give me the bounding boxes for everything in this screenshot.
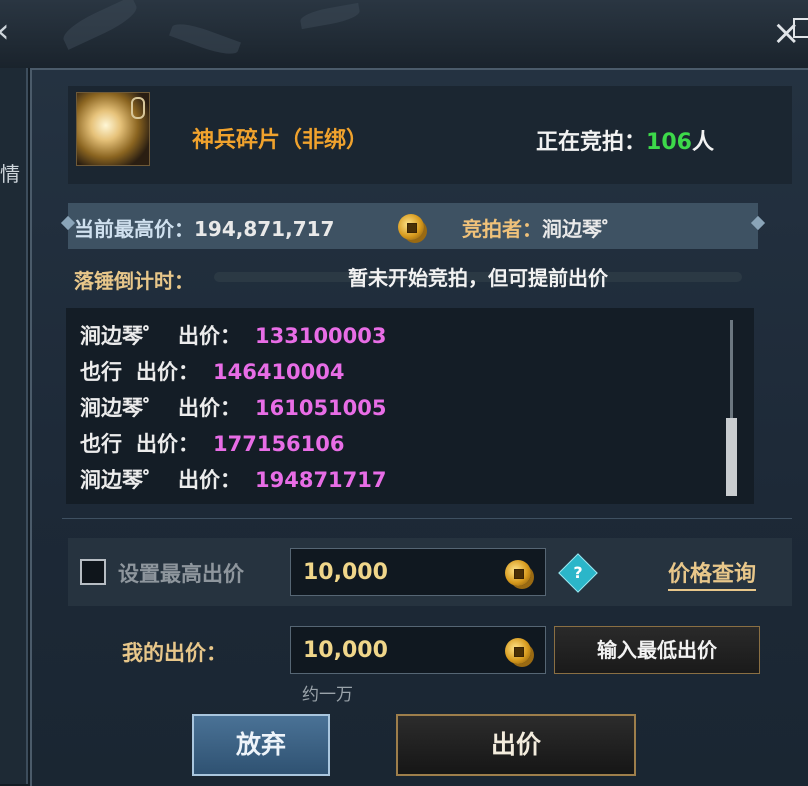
bidder-name: 也行	[80, 360, 122, 384]
countdown-text: 暂未开始竞拍，但可提前出价	[348, 266, 608, 290]
divine-weapon-fragment-icon[interactable]	[76, 92, 150, 166]
bid-amount: 161051005	[255, 396, 387, 420]
bidder-name: 涧边琴゜	[80, 396, 164, 420]
list-item: 涧边琴゜ 出价： 133100003	[80, 320, 387, 350]
side-panel: 情	[0, 68, 28, 784]
bamboo-leaf-decoration	[59, 0, 141, 50]
bidder-name: 涧边琴゜	[542, 217, 622, 241]
bidders-count: 106	[646, 130, 692, 155]
list-item: 涧边琴゜ 出价： 161051005	[80, 392, 387, 422]
bamboo-leaf-decoration	[299, 2, 361, 30]
bidders-label: 正在竞拍：	[536, 130, 647, 155]
enter-min-bid-button[interactable]: 输入最低出价	[554, 626, 760, 674]
auction-dialog: 神兵碎片（非绑） 正在竞拍：106人 当前最高价：194,871,717 竞拍者…	[30, 68, 808, 786]
max-bid-input[interactable]: 10,000	[290, 548, 546, 596]
bid-amount: 177156106	[213, 432, 345, 456]
copper-coin-icon	[505, 638, 531, 664]
max-bid-checkbox[interactable]	[80, 559, 106, 585]
my-bid-value: 10,000	[303, 638, 388, 663]
bid-amount: 194871717	[255, 468, 387, 492]
copper-coin-icon	[398, 214, 424, 240]
side-panel-label: 情	[0, 162, 20, 186]
window-corner-icon	[793, 18, 808, 38]
list-item: 涧边琴゜ 出价： 194871717	[80, 464, 387, 494]
bid-button[interactable]: 出价	[396, 714, 636, 776]
current-bidder: 竞拍者：涧边琴゜	[462, 213, 622, 242]
abandon-button[interactable]: 放弃	[192, 714, 330, 776]
bid-amount: 133100003	[255, 324, 387, 348]
highest-price: 当前最高价：194,871,717	[74, 213, 334, 242]
max-bid-value: 10,000	[303, 560, 388, 585]
bidder-label: 竞拍者：	[462, 217, 542, 241]
bid-label: 出价：	[178, 324, 241, 348]
bid-log: 涧边琴゜ 出价： 133100003 也行 出价： 146410004 涧边琴゜ 出价： 1…	[66, 308, 754, 504]
max-bid-label: 设置最高出价	[118, 562, 244, 586]
bid-label: 出价：	[136, 432, 199, 456]
highest-price-label: 当前最高价：	[74, 217, 194, 241]
bidders-unit: 人	[691, 130, 714, 155]
item-header: 神兵碎片（非绑） 正在竞拍：106人	[68, 86, 792, 184]
bidder-name: 也行	[80, 432, 122, 456]
bid-label: 出价：	[178, 396, 241, 420]
bid-label: 出价：	[178, 468, 241, 492]
scrollbar-thumb[interactable]	[726, 418, 737, 496]
bidders-count-text: 正在竞拍：106人	[536, 124, 714, 156]
countdown-label: 落锤倒计时：	[74, 269, 194, 293]
my-bid-input[interactable]: 10,000	[290, 626, 546, 674]
item-name: 神兵碎片（非绑）	[192, 128, 369, 153]
bid-amount: 146410004	[213, 360, 345, 384]
highest-price-value: 194,871,717	[194, 217, 335, 241]
divider	[62, 518, 792, 519]
top-decor-strip	[0, 0, 808, 68]
question-diamond-icon[interactable]: ?	[558, 553, 598, 593]
link-icon	[131, 97, 145, 119]
bid-label: 出价：	[136, 360, 199, 384]
approx-amount-text: 约一万	[302, 685, 353, 705]
chevron-left-icon[interactable]: ‹	[0, 14, 10, 48]
list-item: 也行 出价： 146410004	[80, 356, 345, 386]
copper-coin-icon	[505, 560, 531, 586]
price-query-link[interactable]: 价格查询	[668, 556, 757, 591]
max-bid-row: 设置最高出价 10,000 ? 价格查询	[68, 538, 792, 606]
bidder-name: 涧边琴゜	[80, 324, 164, 348]
list-item: 也行 出价： 177156106	[80, 428, 345, 458]
bamboo-leaf-decoration	[169, 18, 241, 60]
my-bid-label: 我的出价：	[122, 641, 227, 665]
bidder-name: 涧边琴゜	[80, 468, 164, 492]
